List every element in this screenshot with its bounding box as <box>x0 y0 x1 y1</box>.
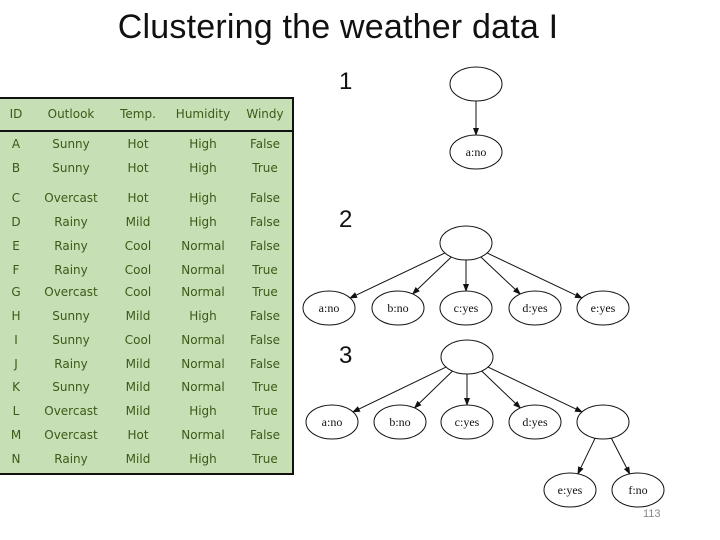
node-label: d:yes <box>522 415 548 429</box>
node-label: a:no <box>322 415 343 429</box>
tree-edge <box>481 370 522 409</box>
tree-edge <box>577 437 596 475</box>
tree-step-3: a:no b:no c:yes d:yes e:yes f:no <box>305 339 665 508</box>
tree-step-1: a:no <box>449 66 503 170</box>
tree-edge <box>610 437 631 475</box>
tree-edge <box>413 370 453 409</box>
node-label: b:no <box>387 301 408 315</box>
node-label: c:yes <box>454 301 479 315</box>
clustering-trees: a:no a:no b:no c:yes d:yes e:yes a:no b:no c:yes… <box>302 66 665 508</box>
cluster-node <box>449 66 503 102</box>
node-label: b:no <box>389 415 410 429</box>
tree-edge <box>411 256 452 295</box>
tree-step-2: a:no b:no c:yes d:yes e:yes <box>302 225 630 326</box>
page-number: 113 <box>643 508 661 520</box>
node-label: e:yes <box>591 301 616 315</box>
cluster-node <box>439 225 493 261</box>
cluster-node <box>576 404 630 440</box>
tree-edge <box>480 256 521 295</box>
node-label: e:yes <box>558 483 583 497</box>
node-label: a:no <box>466 145 487 159</box>
node-label: a:no <box>319 301 340 315</box>
cluster-node <box>440 339 494 375</box>
node-label: d:yes <box>522 301 548 315</box>
node-label: c:yes <box>455 415 480 429</box>
node-label: f:no <box>628 483 647 497</box>
